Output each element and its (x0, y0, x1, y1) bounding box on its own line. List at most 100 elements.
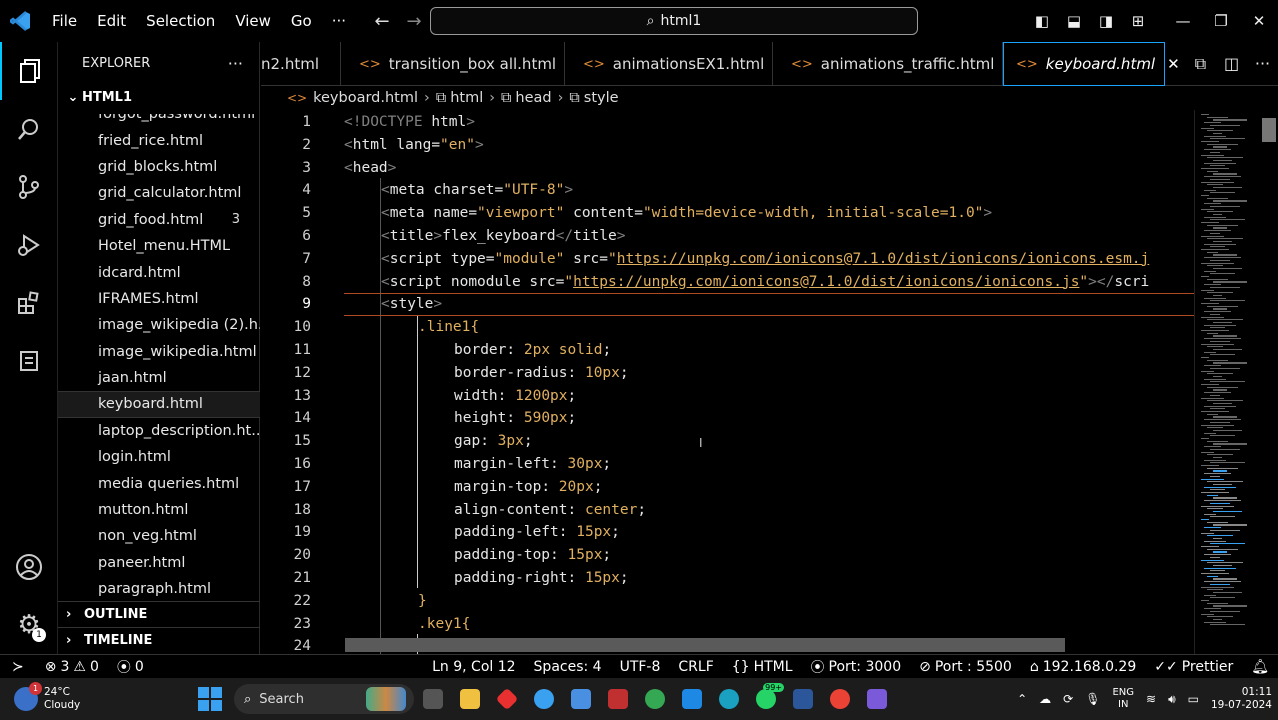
cursor-position[interactable]: Ln 9, Col 12 (423, 657, 524, 677)
edge-icon[interactable] (711, 681, 747, 717)
store-icon[interactable] (563, 681, 599, 717)
file-item[interactable]: grid_calculator.html (58, 180, 260, 206)
indentation[interactable]: Spaces: 4 (525, 657, 611, 677)
weather-widget[interactable]: 1 24°C Cloudy (0, 682, 190, 712)
app-red-icon[interactable] (600, 681, 636, 717)
file-item[interactable]: jaan.html (58, 365, 260, 391)
script-url-link[interactable]: https://unpkg.com/ionicons@7.1.0/dist/io… (573, 274, 1079, 290)
chevron-up-icon[interactable]: ⌃ (1011, 692, 1033, 706)
account-icon[interactable] (0, 538, 58, 596)
menu-file[interactable]: File (42, 0, 87, 42)
folder-html1[interactable]: ⌄ HTML1 (58, 84, 259, 110)
breadcrumb-file[interactable]: keyboard.html (313, 90, 418, 106)
chrome-icon-1[interactable] (526, 681, 562, 717)
live-server-port[interactable]: ⊘ Port : 5500 (910, 657, 1021, 677)
file-item[interactable]: media queries.html (58, 470, 260, 496)
chrome-icon-2[interactable] (637, 681, 673, 717)
file-item[interactable]: forgot_password.html (58, 114, 260, 127)
tab-transition-box[interactable]: <> transition_box all.html (341, 42, 565, 86)
windows-start-icon[interactable] (198, 687, 222, 711)
menu-go[interactable]: Go (281, 0, 322, 42)
problems-indicator[interactable]: ⊗ 3 ⚠ 0 (36, 659, 108, 675)
file-item[interactable]: mutton.html (58, 497, 260, 523)
remote-icon[interactable]: ≻ (0, 659, 36, 675)
breadcrumb-html[interactable]: html (450, 90, 483, 106)
cloud-icon[interactable]: ☁ (1033, 692, 1057, 706)
file-item[interactable]: laptop_description.ht... (58, 418, 260, 444)
task-view-icon[interactable] (415, 681, 451, 717)
vscode-taskbar-icon[interactable] (674, 681, 710, 717)
file-item[interactable]: paneer.html (58, 550, 260, 576)
clock[interactable]: 01:11 19-07-2024 (1205, 686, 1278, 712)
timeline-section[interactable]: › TIMELINE (58, 627, 260, 653)
tab-keyboard[interactable]: <> keyboard.html ✕ (1003, 42, 1180, 86)
minimize-icon[interactable]: — (1164, 12, 1202, 30)
script-url-link[interactable]: https://unpkg.com/ionicons@7.1.0/dist/io… (617, 251, 1150, 267)
menu-selection[interactable]: Selection (136, 0, 225, 42)
menu-edit[interactable]: Edit (87, 0, 136, 42)
minimap[interactable] (1194, 110, 1278, 654)
file-item[interactable]: grid_food.html 3 (58, 207, 260, 233)
file-item[interactable]: fried_rice.html (58, 127, 260, 153)
forward-arrow-icon[interactable]: → (398, 11, 430, 32)
open-preview-icon[interactable]: ⧉ (1185, 54, 1216, 74)
command-center-search[interactable]: ⌕ html1 (430, 7, 918, 35)
sync-icon[interactable]: ⟳ (1057, 692, 1079, 706)
language-indicator[interactable]: ENG IN (1106, 687, 1140, 711)
back-arrow-icon[interactable]: ← (366, 11, 398, 32)
word-icon[interactable] (785, 681, 821, 717)
file-item[interactable]: image_wikipedia (2).h... (58, 312, 260, 338)
breadcrumb-head[interactable]: head (515, 90, 551, 106)
app-red-diamond-icon[interactable] (489, 681, 525, 717)
menu-more[interactable]: ··· (322, 0, 356, 42)
file-item[interactable]: image_wikipedia.html (58, 339, 260, 365)
snipping-tool-icon[interactable] (859, 681, 895, 717)
vertical-scrollbar[interactable] (1262, 118, 1276, 142)
customize-layout-icon[interactable]: ⊞ (1122, 12, 1154, 30)
code-editor[interactable]: 1 <!DOCTYPE html> 2 <html lang="en"> 3 <hea… (261, 110, 1194, 654)
manage-gear-icon[interactable]: ⚙ 1 (0, 596, 58, 654)
toggle-primary-sidebar-icon[interactable]: ◧ (1026, 12, 1058, 30)
microphone-icon[interactable]: 🎙︎ (1079, 692, 1106, 706)
file-item[interactable]: Hotel_menu.HTML (58, 233, 260, 259)
tab-animationsex1[interactable]: <> animationsEX1.html (565, 42, 773, 86)
whatsapp-icon[interactable]: 99+ (748, 681, 784, 717)
encoding[interactable]: UTF-8 (611, 657, 670, 677)
ports-indicator[interactable]: ⦿ 0 (108, 657, 153, 677)
search-sidebar-icon[interactable] (0, 100, 58, 158)
maximize-icon[interactable]: ❐ (1202, 12, 1240, 30)
tab-animations-traffic[interactable]: <> animations_traffic.html (773, 42, 1003, 86)
breadcrumb-style[interactable]: style (584, 90, 619, 106)
file-item[interactable]: keyboard.html (58, 391, 260, 418)
menu-view[interactable]: View (225, 0, 281, 42)
close-window-icon[interactable]: ✕ (1240, 12, 1278, 30)
prettier[interactable]: ✓✓ Prettier (1145, 657, 1242, 677)
taskbar-search[interactable]: ⌕ Search (234, 684, 414, 714)
file-item[interactable]: IFRAMES.html (58, 286, 260, 312)
run-debug-icon[interactable] (0, 216, 58, 274)
volume-icon[interactable]: 🔊︎ (1162, 692, 1182, 707)
file-item[interactable]: grid_blocks.html (58, 154, 260, 180)
file-item[interactable]: idcard.html (58, 259, 260, 285)
wifi-icon[interactable]: ≋ (1140, 692, 1162, 706)
extensions-icon[interactable] (0, 274, 58, 332)
outline-section[interactable]: › OUTLINE (58, 601, 260, 627)
battery-icon[interactable]: ▭ (1182, 692, 1205, 706)
toggle-panel-icon[interactable]: ⬓ (1058, 12, 1090, 30)
more-actions-icon[interactable]: ··· (1247, 54, 1278, 73)
language-mode[interactable]: {} HTML (723, 657, 802, 677)
toggle-secondary-sidebar-icon[interactable]: ◨ (1090, 12, 1122, 30)
file-item[interactable]: login.html (58, 444, 260, 470)
file-item[interactable]: non_veg.html (58, 523, 260, 549)
ip-address[interactable]: ⌂ 192.168.0.29 (1021, 657, 1145, 677)
explorer-more-icon[interactable]: ··· (228, 54, 243, 73)
file-item[interactable]: paragraph.html (58, 576, 260, 598)
file-explorer-icon[interactable] (452, 681, 488, 717)
notifications-bell-icon[interactable]: 🔔︎ (1242, 657, 1278, 677)
chrome-icon-3[interactable] (822, 681, 858, 717)
source-control-icon[interactable] (0, 158, 58, 216)
end-of-line[interactable]: CRLF (669, 657, 722, 677)
horizontal-scrollbar[interactable] (345, 638, 1065, 652)
close-tab-icon[interactable]: ✕ (1167, 55, 1180, 73)
testing-icon[interactable] (0, 332, 58, 390)
